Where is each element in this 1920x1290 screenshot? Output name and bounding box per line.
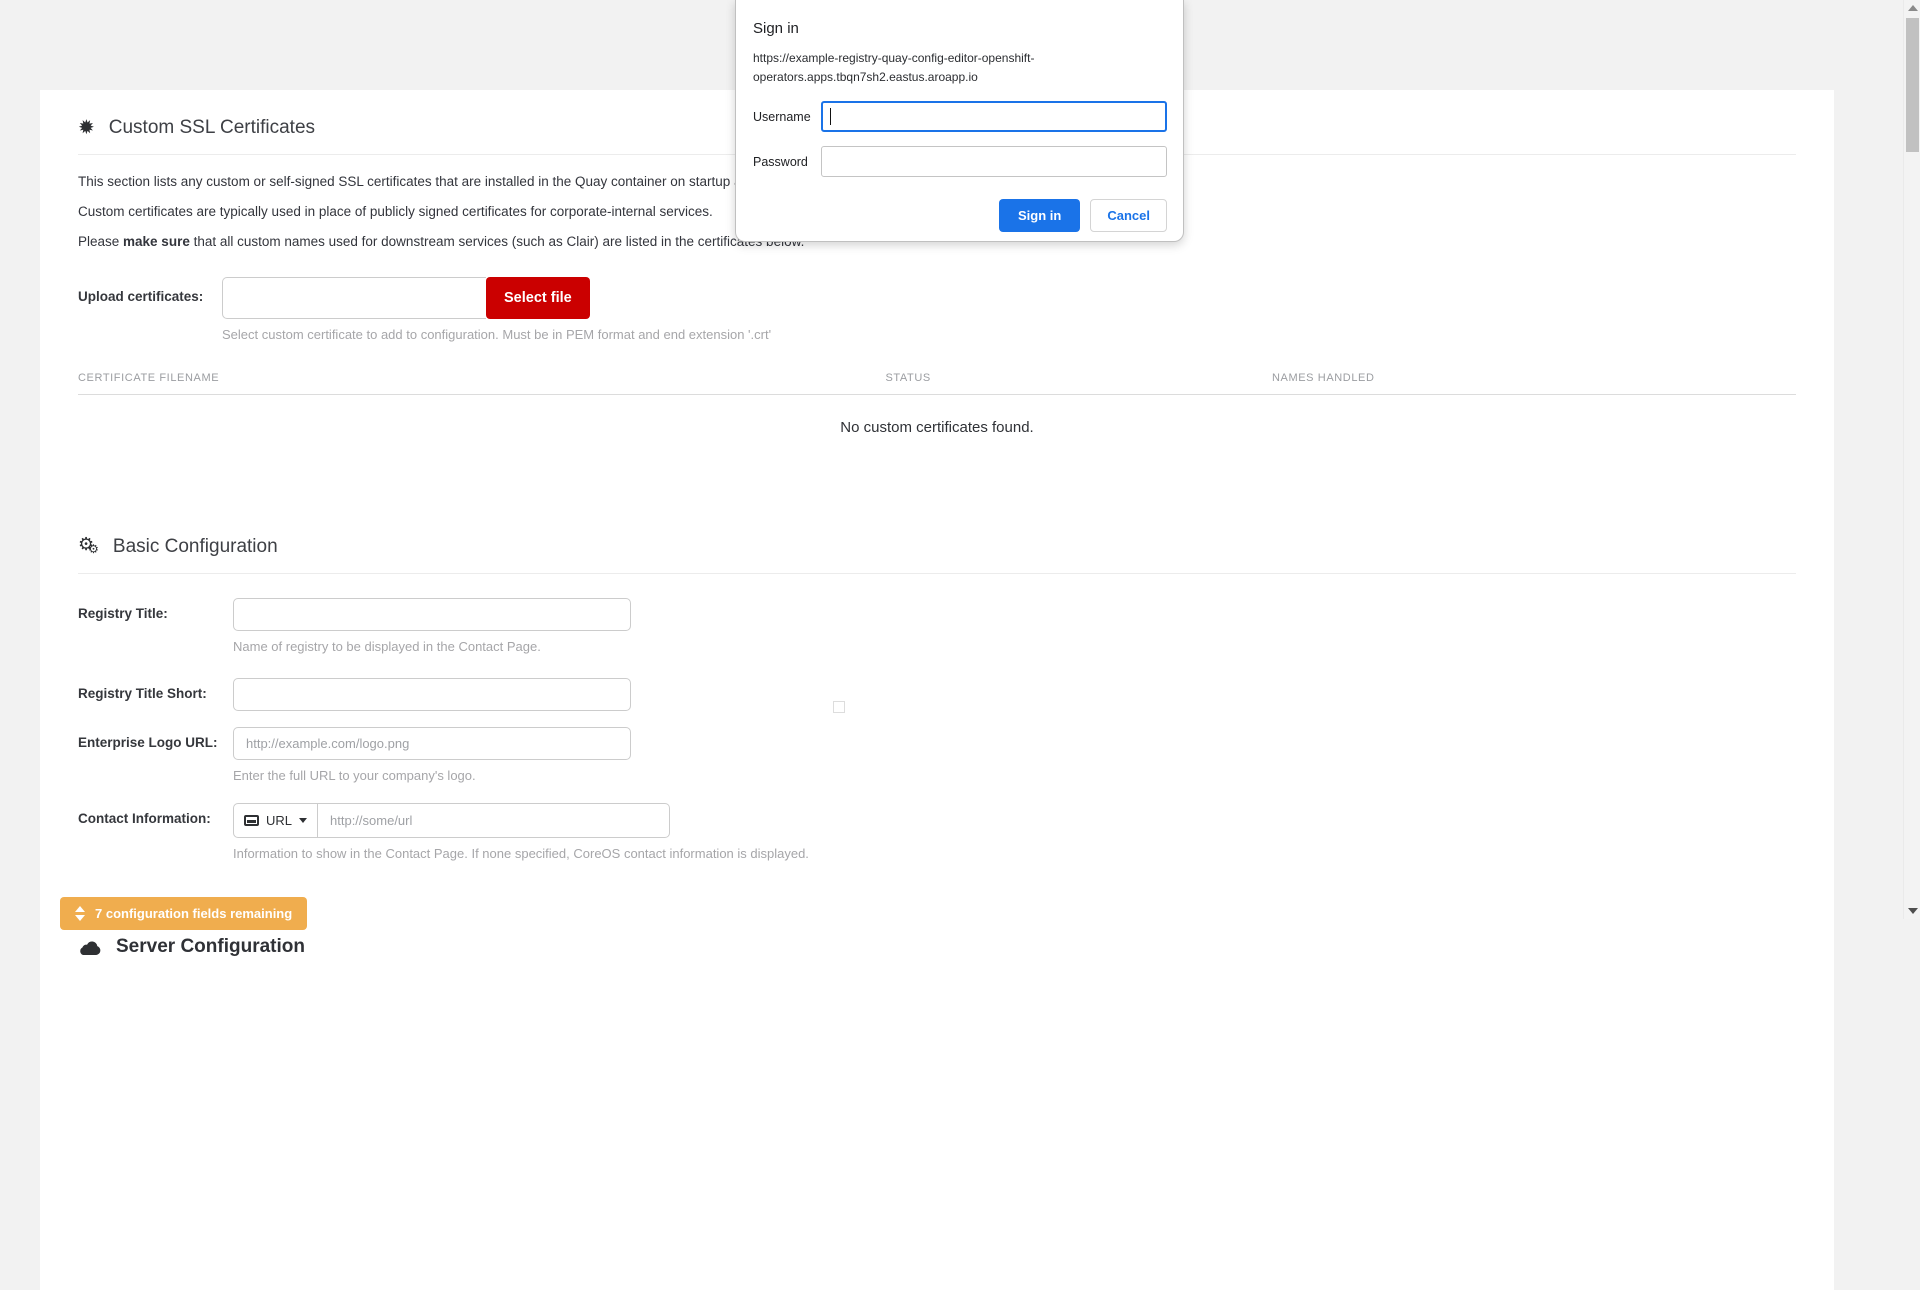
registry-title-help: Name of registry to be displayed in the … — [233, 639, 631, 654]
registry-title-short-label: Registry Title Short: — [78, 678, 233, 701]
ssl-section-title: Custom SSL Certificates — [109, 116, 315, 140]
cancel-button[interactable]: Cancel — [1090, 199, 1167, 232]
basic-section-header: ⚙⚙ Basic Configuration — [78, 508, 1796, 574]
no-certificates-message: No custom certificates found. — [78, 419, 1796, 436]
basic-section-title: Basic Configuration — [113, 535, 278, 559]
certificates-table: CERTIFICATE FILENAME STATUS NAMES HANDLE… — [78, 372, 1796, 395]
contact-kind-dropdown[interactable]: URL — [233, 803, 318, 838]
url-icon — [244, 815, 259, 826]
enterprise-logo-input[interactable] — [233, 727, 631, 760]
certificate-icon: ✹ — [78, 118, 95, 138]
signin-dialog-title: Sign in — [753, 20, 1167, 37]
config-panel: ✹ Custom SSL Certificates This section l… — [40, 90, 1834, 1290]
registry-title-input[interactable] — [233, 598, 631, 631]
scroll-up-arrow-icon[interactable] — [1908, 5, 1918, 11]
cogs-icon: ⚙⚙ — [78, 534, 99, 559]
scrollbar-thumb[interactable] — [1906, 18, 1919, 152]
registry-title-short-row: Registry Title Short: — [78, 678, 1796, 711]
col-names-handled: NAMES HANDLED — [1272, 372, 1796, 395]
upload-certificates-label: Upload certificates: — [78, 277, 222, 304]
enterprise-logo-help: Enter the full URL to your company's log… — [233, 768, 631, 783]
contact-information-label: Contact Information: — [78, 803, 233, 826]
signin-url-line1: https://example-registry-quay-config-edi… — [753, 49, 1167, 68]
upload-certificates-input[interactable] — [222, 277, 486, 319]
contact-kind-selected: URL — [266, 813, 292, 828]
scroll-down-arrow-icon[interactable] — [1908, 908, 1918, 914]
enterprise-logo-row: Enterprise Logo URL: Enter the full URL … — [78, 727, 1796, 783]
col-status: STATUS — [885, 372, 1272, 395]
select-file-button[interactable]: Select file — [486, 277, 590, 319]
username-row: Username — [753, 101, 1167, 132]
col-certificate-filename: CERTIFICATE FILENAME — [78, 372, 885, 395]
ssl-line3-bold: make sure — [123, 234, 190, 249]
password-row: Password — [753, 146, 1167, 177]
username-label: Username — [753, 110, 821, 124]
chevron-down-icon — [299, 818, 307, 823]
signin-button[interactable]: Sign in — [999, 199, 1080, 232]
signin-url-line2: operators.apps.tbqn7sh2.eastus.aroapp.io — [753, 68, 1167, 87]
ssl-line3-suffix: that all custom names used for downstrea… — [190, 234, 805, 249]
password-label: Password — [753, 155, 821, 169]
contact-url-input[interactable] — [318, 803, 670, 838]
contact-input-group: URL — [233, 803, 809, 838]
server-section-header: Server Configuration — [78, 936, 1796, 958]
empty-checkbox — [833, 701, 845, 713]
signin-dialog-url: https://example-registry-quay-config-edi… — [753, 49, 1167, 87]
ssl-line3-prefix: Please — [78, 234, 123, 249]
registry-title-short-input[interactable] — [233, 678, 631, 711]
contact-information-help: Information to show in the Contact Page.… — [233, 846, 809, 861]
dialog-buttons: Sign in Cancel — [753, 199, 1167, 232]
cloud-icon — [78, 940, 102, 955]
fields-remaining-badge[interactable]: 7 configuration fields remaining — [60, 897, 307, 930]
contact-information-row: Contact Information: URL Information to … — [78, 803, 1796, 861]
vertical-scrollbar[interactable] — [1903, 0, 1920, 919]
upload-help-text: Select custom certificate to add to conf… — [222, 327, 1796, 342]
enterprise-logo-label: Enterprise Logo URL: — [78, 727, 233, 750]
registry-title-label: Registry Title: — [78, 598, 233, 621]
password-input[interactable] — [821, 146, 1167, 177]
registry-title-row: Registry Title: Name of registry to be d… — [78, 598, 1796, 654]
text-caret — [830, 108, 831, 125]
server-section-title: Server Configuration — [116, 936, 305, 958]
username-input[interactable] — [821, 101, 1167, 132]
upload-certificates-row: Upload certificates: Select file — [78, 277, 1796, 319]
upload-input-group: Select file — [222, 277, 590, 319]
signin-dialog: Sign in https://example-registry-quay-co… — [735, 0, 1184, 242]
